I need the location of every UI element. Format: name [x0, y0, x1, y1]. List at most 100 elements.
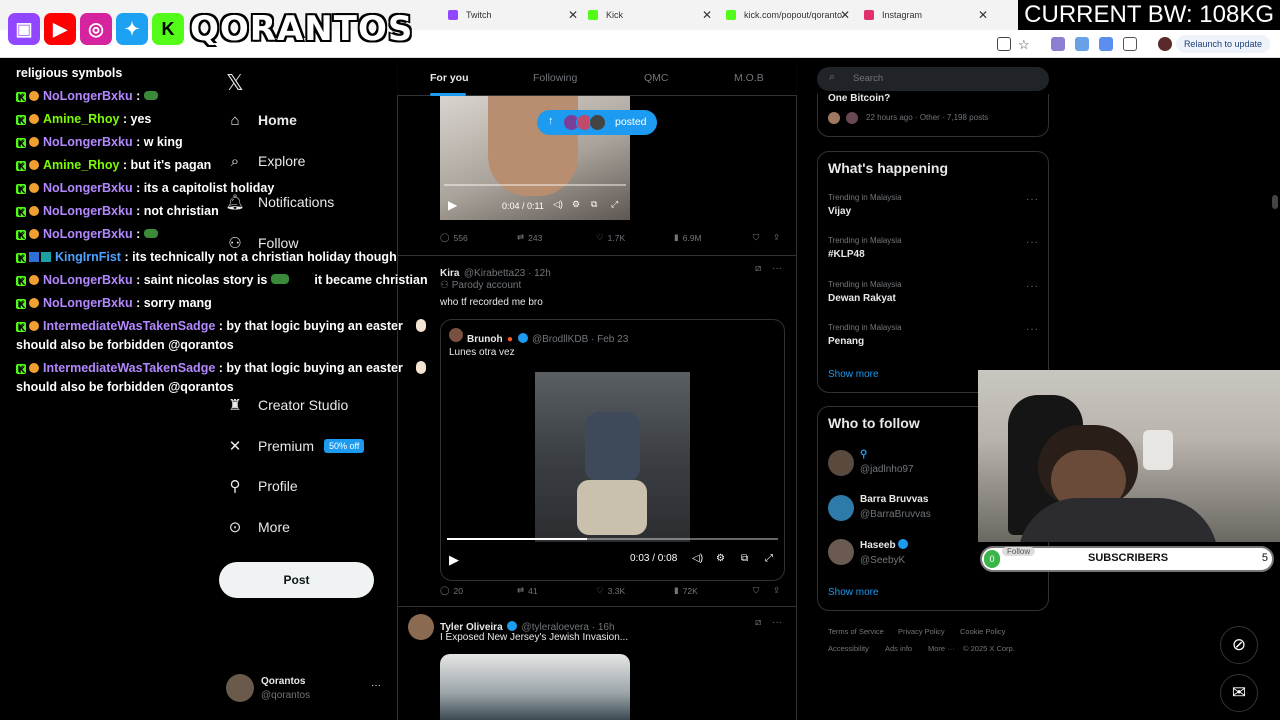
kick-badge-icon: K: [16, 138, 26, 148]
nav-creator-studio[interactable]: ♜ Creator Studio: [226, 396, 348, 414]
kick-badge-icon: K: [16, 230, 26, 240]
more-options-icon[interactable]: ···: [772, 617, 782, 628]
footer-link[interactable]: Terms of Service: [828, 627, 884, 636]
tab-kick[interactable]: Kick ✕: [588, 4, 712, 26]
active-tab-indicator: [430, 93, 466, 96]
close-icon[interactable]: ✕: [840, 8, 850, 22]
tab-instagram[interactable]: Instagram ✕: [864, 4, 988, 26]
close-icon[interactable]: ✕: [568, 8, 578, 22]
fullscreen-icon[interactable]: ⤢: [611, 199, 618, 210]
more-options-icon[interactable]: ···: [1026, 237, 1039, 248]
relaunch-button[interactable]: Relaunch to update: [1175, 35, 1270, 53]
kick-badge-icon: K: [16, 115, 26, 125]
like-button[interactable]: ♡ 1.7K: [596, 232, 625, 243]
mute-icon[interactable]: ◁): [692, 553, 703, 564]
bookmark-star-icon[interactable]: ☆: [1018, 37, 1032, 52]
search-input[interactable]: Search: [817, 67, 1049, 91]
x-logo-icon[interactable]: 𝕏: [226, 70, 244, 96]
tweet-video[interactable]: [440, 654, 630, 720]
like-button[interactable]: ♡ 3.3K: [596, 585, 625, 596]
settings-icon[interactable]: ⚙: [716, 553, 725, 564]
close-icon[interactable]: ✕: [978, 8, 988, 22]
messages-button[interactable]: ✉: [1220, 674, 1258, 712]
nav-home[interactable]: ⌂ Home: [226, 111, 296, 129]
nav-premium[interactable]: ✕ Premium 50% off: [226, 437, 365, 455]
avatar[interactable]: [828, 539, 854, 565]
grok-icon[interactable]: ⧄: [755, 263, 761, 274]
pip-icon[interactable]: ⧉: [591, 199, 597, 210]
avatar[interactable]: [828, 495, 854, 521]
scrollbar-thumb[interactable]: [1272, 195, 1278, 209]
emote-icon: [143, 91, 158, 100]
footer-link[interactable]: Privacy Policy: [898, 627, 945, 636]
tab-following[interactable]: Following: [533, 72, 577, 84]
tab-for-you[interactable]: For you: [430, 72, 469, 84]
views-button[interactable]: ▮ 72K: [674, 585, 698, 596]
repost-button[interactable]: ⇄ 243: [517, 232, 542, 243]
show-more-link[interactable]: Show more: [828, 369, 879, 380]
nav-more[interactable]: ⊙ More: [226, 518, 290, 536]
share-icon[interactable]: ⇪: [773, 585, 780, 596]
settings-icon[interactable]: ⚙: [572, 199, 580, 210]
avatar: [846, 112, 858, 124]
extension-icon[interactable]: [1075, 37, 1089, 51]
tweet-handle[interactable]: @Kirabetta23 · 12h: [464, 268, 551, 279]
follow-suggestion-name[interactable]: ⚲: [860, 449, 867, 460]
follow-suggestion-name[interactable]: Barra Bruvvas: [860, 494, 928, 505]
more-options-icon[interactable]: ···: [772, 263, 782, 274]
trend-item[interactable]: Dewan Rakyat: [828, 293, 896, 304]
play-icon[interactable]: ▶: [449, 552, 459, 568]
new-posts-pill[interactable]: ↑ posted: [537, 110, 657, 135]
nav-explore[interactable]: ⌕ Explore: [226, 152, 306, 170]
more-options-icon[interactable]: ···: [371, 680, 381, 691]
avatar[interactable]: [408, 614, 434, 640]
more-options-icon[interactable]: ···: [1026, 324, 1039, 335]
avatar[interactable]: [828, 450, 854, 476]
extensions-puzzle-icon[interactable]: [1123, 37, 1137, 51]
footer-link[interactable]: Accessibility: [828, 644, 869, 653]
quote-video[interactable]: [535, 372, 690, 542]
more-options-icon[interactable]: ···: [1026, 281, 1039, 292]
follow-suggestion-name[interactable]: Haseeb: [860, 539, 909, 551]
reply-button[interactable]: ◯ 20: [440, 585, 463, 596]
footer-link[interactable]: Cookie Policy: [960, 627, 1005, 636]
footer-link[interactable]: More ···: [928, 644, 955, 653]
trend-item[interactable]: Vijay: [828, 206, 851, 217]
close-icon[interactable]: ✕: [702, 8, 712, 22]
webcam-overlay: [978, 370, 1280, 542]
repost-button[interactable]: ⇄ 41: [517, 585, 538, 596]
bookmark-icon[interactable]: ⛉: [753, 585, 759, 596]
footer-link[interactable]: Ads info: [885, 644, 912, 653]
more-options-icon[interactable]: ···: [1026, 194, 1039, 205]
profile-avatar-icon[interactable]: [1158, 37, 1172, 51]
nav-notifications[interactable]: 🔔︎ Notifications: [225, 193, 334, 211]
reply-icon: ◯: [440, 232, 450, 242]
extension-icon[interactable]: [1051, 37, 1065, 51]
trend-item[interactable]: #KLP48: [828, 249, 865, 260]
bookmark-icon[interactable]: ⛉: [753, 232, 759, 243]
pip-icon[interactable]: ⧉: [741, 553, 748, 564]
show-more-link[interactable]: Show more: [828, 587, 879, 598]
fullscreen-icon[interactable]: ⤢: [765, 553, 773, 564]
trend-item[interactable]: Penang: [828, 336, 864, 347]
mute-icon[interactable]: ◁): [553, 199, 563, 210]
account-switcher[interactable]: Qorantos @qorantos ···: [226, 674, 386, 704]
tab-qmc[interactable]: QMC: [644, 72, 669, 84]
video-progress-track[interactable]: [444, 184, 626, 186]
tab-mob[interactable]: M.O.B: [734, 72, 764, 84]
cast-icon[interactable]: [997, 37, 1011, 51]
views-button[interactable]: ▮ 6.9M: [674, 232, 702, 243]
reply-button[interactable]: ◯ 556: [440, 232, 468, 243]
share-icon[interactable]: ⇪: [773, 232, 780, 243]
tab-kick-popout[interactable]: kick.com/popout/qoranto ✕: [726, 4, 850, 26]
extension-icon[interactable]: [1099, 37, 1113, 51]
tweet-author[interactable]: Kira: [440, 268, 459, 279]
grok-button[interactable]: ⊘: [1220, 626, 1258, 664]
nav-profile[interactable]: ⚲ Profile: [226, 477, 298, 495]
play-icon[interactable]: ▶: [448, 198, 457, 212]
grok-icon[interactable]: ⧄: [755, 617, 761, 628]
tab-twitch[interactable]: Twitch ✕: [448, 4, 578, 26]
parody-label: ⚇ Parody account: [440, 280, 522, 291]
chat-message: K Amine_Rhoy : yes: [16, 112, 152, 126]
post-button[interactable]: Post: [219, 562, 374, 598]
